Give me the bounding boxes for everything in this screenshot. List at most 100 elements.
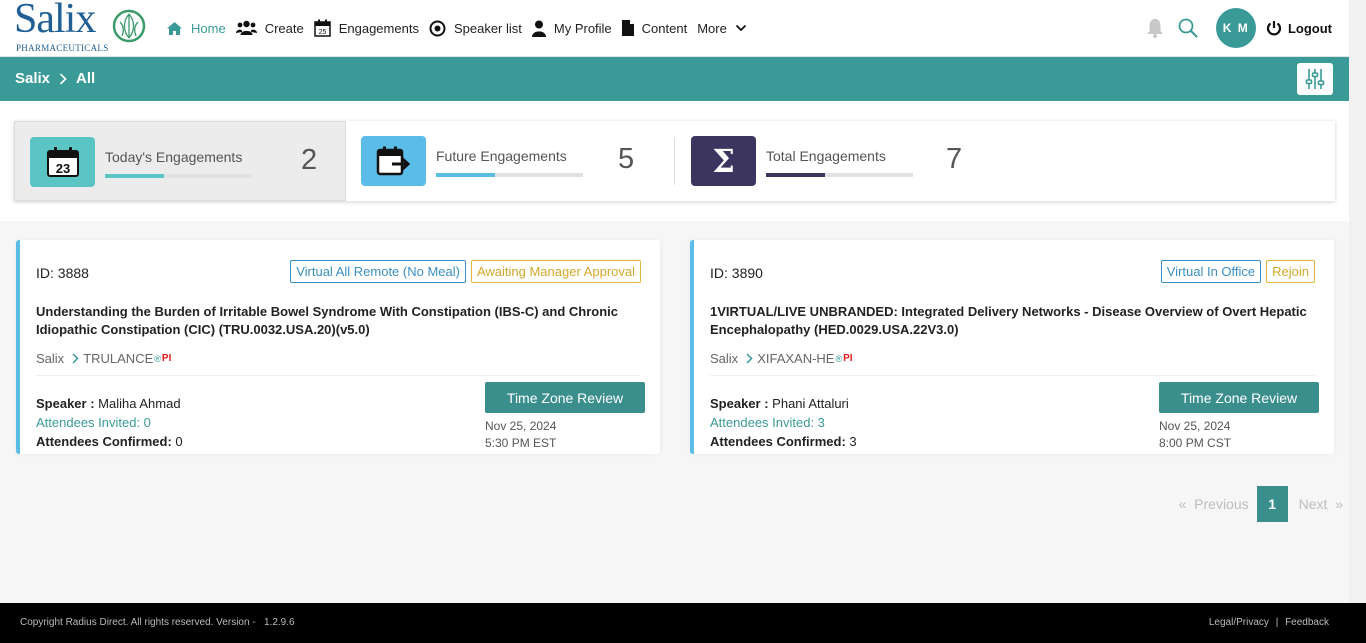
status-badge[interactable]: Rejoin bbox=[1266, 260, 1315, 283]
confirmed-count: 0 bbox=[175, 434, 183, 449]
speaker-label: Speaker : bbox=[710, 396, 769, 411]
calendar-day-icon: 23 bbox=[30, 137, 95, 187]
feedback-link[interactable]: Feedback bbox=[1285, 617, 1329, 628]
engagement-card[interactable]: ID: 3888 Virtual All Remote (No Meal) Aw… bbox=[16, 240, 660, 454]
nav-home-label: Home bbox=[191, 20, 226, 36]
status-badge[interactable]: Awaiting Manager Approval bbox=[470, 260, 641, 283]
engagement-date: Nov 25, 2024 bbox=[1159, 419, 1231, 433]
nav-speaker-list[interactable]: Speaker list bbox=[429, 20, 522, 37]
nav-my-profile[interactable]: My Profile bbox=[531, 20, 612, 37]
engagement-details: Speaker : Maliha Ahmad Attendees Invited… bbox=[36, 394, 183, 451]
users-icon bbox=[235, 20, 257, 35]
breadcrumb-bar: Salix All bbox=[0, 57, 1349, 101]
company-name: Salix bbox=[710, 351, 739, 366]
svg-text:25: 25 bbox=[318, 29, 326, 36]
next-page-button[interactable]: Next » bbox=[1299, 496, 1343, 512]
main-nav: Home Create 25 Engagements Speaker list … bbox=[166, 17, 757, 39]
page-number-button[interactable]: 1 bbox=[1256, 486, 1288, 522]
product-name: TRULANCE bbox=[83, 351, 154, 366]
nav-engagements[interactable]: 25 Engagements bbox=[313, 19, 419, 37]
stat-todays-engagements[interactable]: 23 Today's Engagements 2 bbox=[14, 121, 346, 201]
stat-progress-fill bbox=[105, 174, 164, 178]
time-zone-review-button[interactable]: Time Zone Review bbox=[1159, 382, 1319, 413]
sigma-icon: Σ bbox=[691, 136, 756, 186]
engagement-time: 5:30 PM EST bbox=[485, 436, 557, 450]
engagement-time: 8:00 PM CST bbox=[1159, 436, 1232, 450]
filter-button[interactable] bbox=[1297, 63, 1333, 95]
footer-links: Legal/Privacy | Feedback bbox=[1209, 617, 1329, 628]
meeting-type-badge[interactable]: Virtual In Office bbox=[1160, 260, 1262, 283]
file-icon bbox=[621, 20, 634, 36]
sigma-symbol: Σ bbox=[712, 142, 735, 180]
speaker-row: Speaker : Maliha Ahmad bbox=[36, 394, 183, 413]
engagement-date: Nov 25, 2024 bbox=[485, 419, 557, 433]
engagement-card[interactable]: ID: 3890 Virtual In Office Rejoin 1VIRTU… bbox=[690, 240, 1334, 454]
legal-privacy-link[interactable]: Legal/Privacy bbox=[1209, 617, 1269, 628]
card-divider bbox=[710, 375, 1315, 376]
engagement-datetime: Nov 25, 2024 8:00 PM CST bbox=[1159, 418, 1231, 452]
pi-link[interactable]: PI bbox=[843, 353, 852, 364]
bell-icon bbox=[1146, 19, 1163, 38]
stat-future-engagements[interactable]: Future Engagements 5 bbox=[346, 121, 676, 201]
meeting-type-badge[interactable]: Virtual All Remote (No Meal) bbox=[290, 260, 466, 283]
stat-label: Today's Engagements bbox=[105, 149, 243, 165]
engagement-title[interactable]: 1VIRTUAL/LIVE UNBRANDED: Integrated Deli… bbox=[710, 303, 1315, 339]
confirmed-count: 3 bbox=[849, 434, 857, 449]
attendees-invited-link[interactable]: Attendees Invited: 0 bbox=[36, 413, 183, 432]
stat-value: 2 bbox=[301, 144, 318, 176]
logo-seal-icon bbox=[112, 9, 146, 43]
speaker-row: Speaker : Phani Attaluri bbox=[710, 394, 857, 413]
logout-button[interactable]: Logout bbox=[1266, 20, 1332, 36]
target-icon bbox=[429, 20, 446, 36]
engagement-title[interactable]: Understanding the Burden of Irritable Bo… bbox=[36, 303, 641, 339]
copyright-text: Copyright Radius Direct. All rights rese… bbox=[20, 617, 295, 628]
confirmed-row: Attendees Confirmed: 3 bbox=[710, 432, 857, 451]
calendar-day-number: 23 bbox=[55, 161, 69, 176]
stat-progress-bar bbox=[766, 173, 913, 177]
top-navbar: Salix PHARMACEUTICALS Home Create 25 Eng… bbox=[0, 0, 1349, 57]
nav-home[interactable]: Home bbox=[166, 21, 226, 36]
chevron-right-icon bbox=[746, 353, 753, 364]
previous-page-button[interactable]: « Previous bbox=[1179, 496, 1249, 512]
user-avatar[interactable]: K M bbox=[1215, 8, 1256, 48]
nav-engagements-label: Engagements bbox=[338, 20, 419, 36]
stat-progress-bar bbox=[105, 174, 252, 178]
speaker-name: Maliha Ahmad bbox=[98, 396, 181, 411]
engagement-id: ID: 3888 bbox=[36, 265, 89, 281]
stat-label: Total Engagements bbox=[766, 148, 886, 164]
attendees-invited-link[interactable]: Attendees Invited: 3 bbox=[710, 413, 857, 432]
stat-progress-bar bbox=[436, 173, 583, 177]
product-name: XIFAXAN-HE bbox=[757, 351, 835, 366]
nav-create[interactable]: Create bbox=[235, 20, 304, 36]
nav-more[interactable]: More bbox=[697, 21, 747, 36]
breadcrumb-current: All bbox=[76, 70, 96, 87]
search-button[interactable] bbox=[1178, 18, 1198, 38]
stat-value: 5 bbox=[618, 143, 635, 175]
header-tools: K M Logout bbox=[1146, 8, 1332, 48]
pi-link[interactable]: PI bbox=[162, 353, 171, 364]
speaker-label: Speaker : bbox=[36, 396, 95, 411]
nav-my-profile-label: My Profile bbox=[553, 20, 612, 36]
time-zone-review-button[interactable]: Time Zone Review bbox=[485, 382, 645, 413]
breadcrumb: Salix All bbox=[15, 70, 95, 87]
page-scrollbar[interactable] bbox=[1349, 0, 1366, 603]
nav-create-label: Create bbox=[264, 20, 304, 36]
stat-progress-fill bbox=[766, 173, 825, 177]
nav-content[interactable]: Content bbox=[621, 20, 687, 36]
engagement-brand: Salix TRULANCE ® PI bbox=[36, 351, 171, 366]
breadcrumb-root[interactable]: Salix bbox=[15, 70, 50, 87]
chevron-right-icon bbox=[72, 353, 79, 364]
salix-logo[interactable]: Salix PHARMACEUTICALS bbox=[14, 0, 148, 54]
user-icon bbox=[531, 20, 546, 37]
logo-wordmark: Salix bbox=[14, 0, 96, 42]
notifications-button[interactable] bbox=[1146, 18, 1164, 38]
speaker-name: Phani Attaluri bbox=[772, 396, 849, 411]
stat-divider bbox=[674, 137, 675, 185]
stat-total-engagements[interactable]: Σ Total Engagements 7 bbox=[676, 121, 976, 201]
home-icon bbox=[167, 21, 182, 35]
stat-label: Future Engagements bbox=[436, 148, 567, 164]
stat-value: 7 bbox=[946, 143, 963, 175]
registered-mark: ® bbox=[835, 353, 843, 364]
calendar-icon: 25 bbox=[313, 19, 331, 37]
engagement-datetime: Nov 25, 2024 5:30 PM EST bbox=[485, 418, 556, 452]
